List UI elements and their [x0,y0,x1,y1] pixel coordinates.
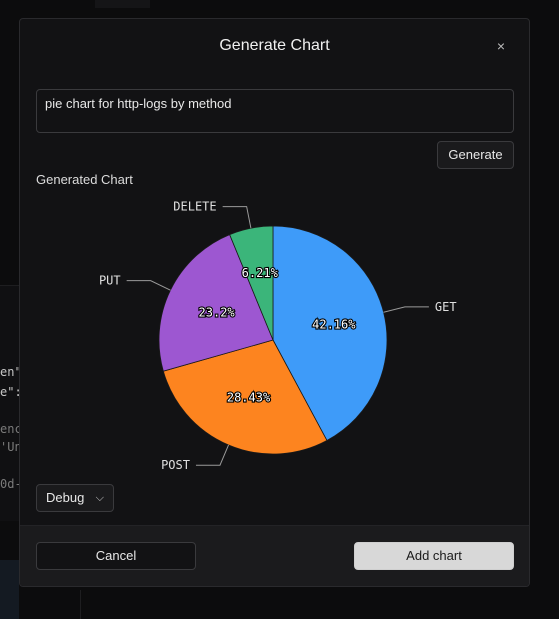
chevron-down-icon: ⌵ [95,492,104,504]
add-chart-button[interactable]: Add chart [354,542,514,570]
debug-dropdown[interactable]: Debug ⌵ [36,484,114,512]
pie-value-label: 6.21% [242,266,279,280]
pie-leader-line [126,280,171,291]
cancel-button[interactable]: Cancel [36,542,196,570]
background-logo-fragment [0,560,19,619]
background-panel [95,0,150,8]
pie-leader-line [195,444,230,466]
debug-label: Debug [46,490,85,505]
pie-category-label: DELETE [173,200,216,214]
pie-value-label: 23.2% [199,306,236,320]
pie-category-label: POST [161,458,190,472]
pie-category-label: GET [435,300,457,314]
pie-leader-line [222,206,252,229]
dialog-footer: Cancel Add chart [20,525,529,586]
pie-leader-line [383,306,429,313]
generate-chart-dialog: Generate Chart × Generate Generated Char… [19,18,530,587]
pie-value-label: 42.16% [312,318,356,332]
pie-value-label: 28.43% [227,391,271,405]
pie-category-label: PUT [99,274,121,288]
background-divider [80,590,81,619]
